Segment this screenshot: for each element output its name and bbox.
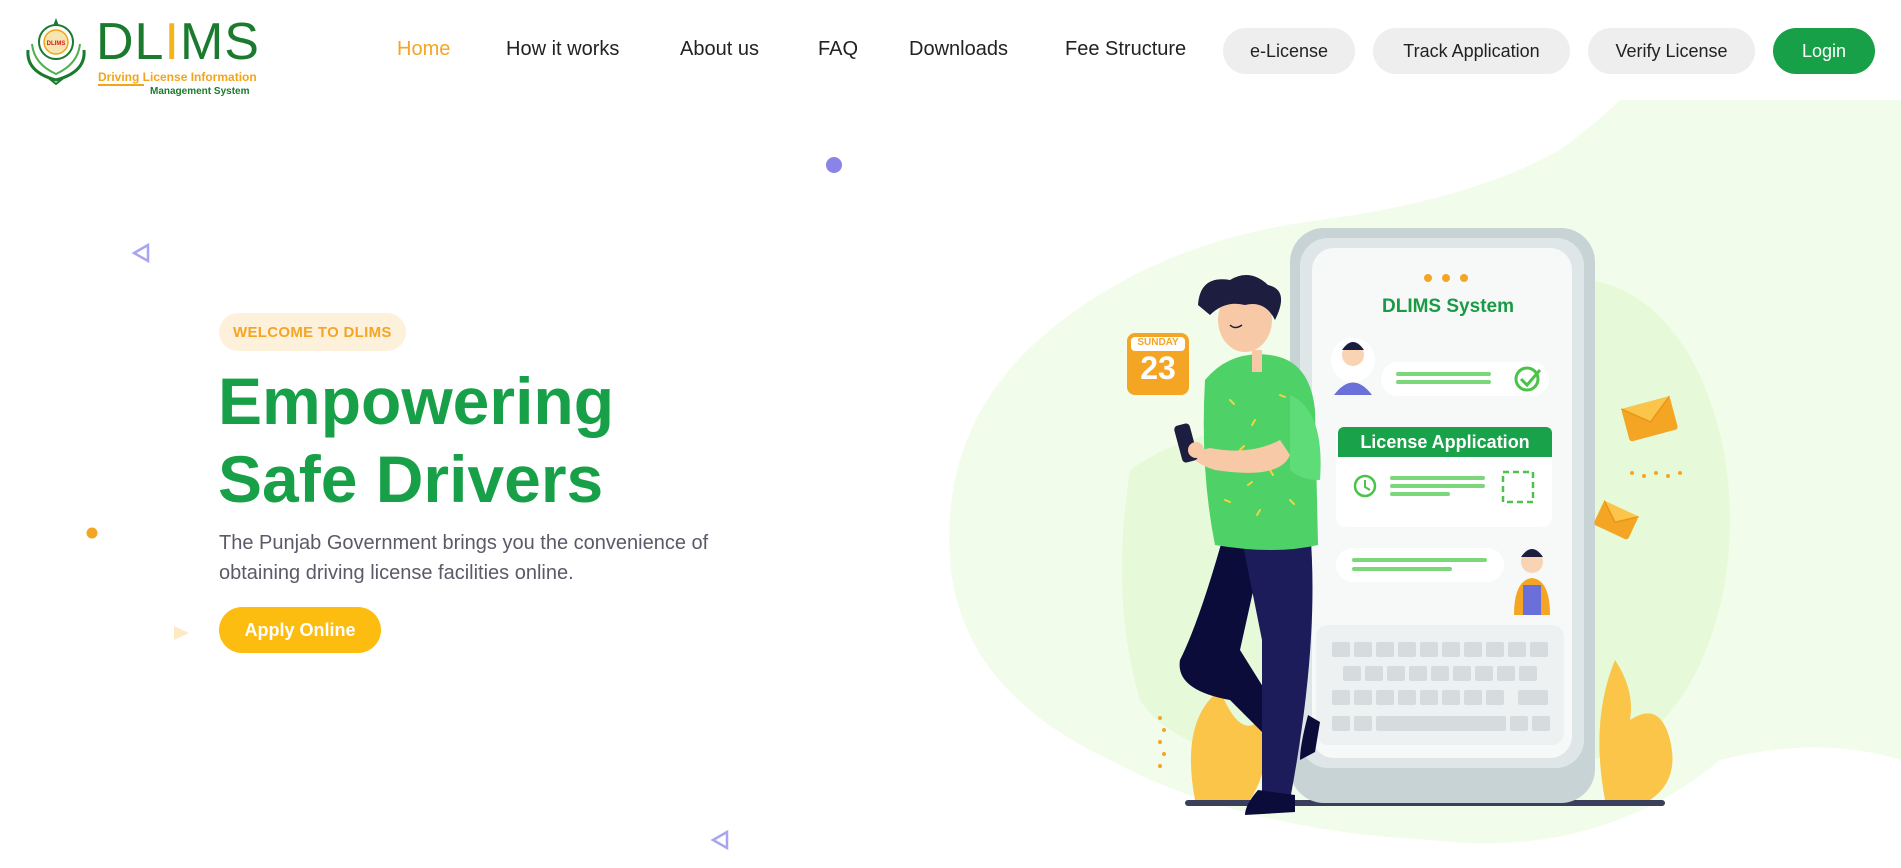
calendar-date: 23: [1140, 350, 1176, 386]
welcome-badge: WELCOME TO DLIMS: [219, 313, 406, 351]
calendar-day: SUNDAY: [1137, 337, 1179, 348]
login-button[interactable]: Login: [1773, 28, 1875, 74]
headline-line-1: Empowering: [218, 364, 615, 438]
track-application-button[interactable]: Track Application: [1373, 28, 1570, 74]
nav-home[interactable]: Home: [397, 38, 450, 61]
nav-downloads[interactable]: Downloads: [909, 38, 1008, 61]
hero-description: The Punjab Government brings you the con…: [219, 532, 709, 584]
triangle-outline-icon: [710, 829, 729, 851]
seal-text: DLIMS: [47, 41, 66, 47]
site-header: DLIMS DLIMS Driving License Information …: [0, 0, 1901, 100]
tagline-rule: [98, 84, 144, 86]
headline-line-2: Safe Drivers: [218, 442, 604, 516]
punjab-seal-icon: DLIMS: [26, 18, 86, 86]
brand-wordmark: DLIMS: [96, 13, 260, 71]
nav-fee-structure[interactable]: Fee Structure: [1065, 38, 1186, 61]
triangle-outline-icon: [131, 242, 150, 264]
nav-faq[interactable]: FAQ: [818, 38, 858, 61]
license-application-label: License Application: [1338, 427, 1552, 457]
purple-dot-icon: [826, 157, 842, 173]
hero-headline: Empowering Safe Drivers: [218, 362, 818, 518]
e-license-button[interactable]: e-License: [1223, 28, 1355, 74]
phone-title: DLIMS System: [1382, 296, 1514, 317]
dlims-logo[interactable]: DLIMS DLIMS Driving License Information …: [20, 14, 259, 97]
brand-tagline-2: Management System: [150, 86, 250, 97]
phone-person-illustration: [949, 100, 1901, 844]
nav-how-it-works[interactable]: How it works: [506, 38, 619, 61]
nav-about-us[interactable]: About us: [680, 38, 759, 61]
orange-dot-icon: [86, 527, 98, 539]
triangle-filled-icon: [174, 626, 189, 640]
apply-online-button[interactable]: Apply Online: [219, 607, 381, 653]
brand-tagline-1: Driving License Information: [98, 70, 257, 84]
verify-license-button[interactable]: Verify License: [1588, 28, 1755, 74]
hero-illustration: [940, 100, 1901, 868]
